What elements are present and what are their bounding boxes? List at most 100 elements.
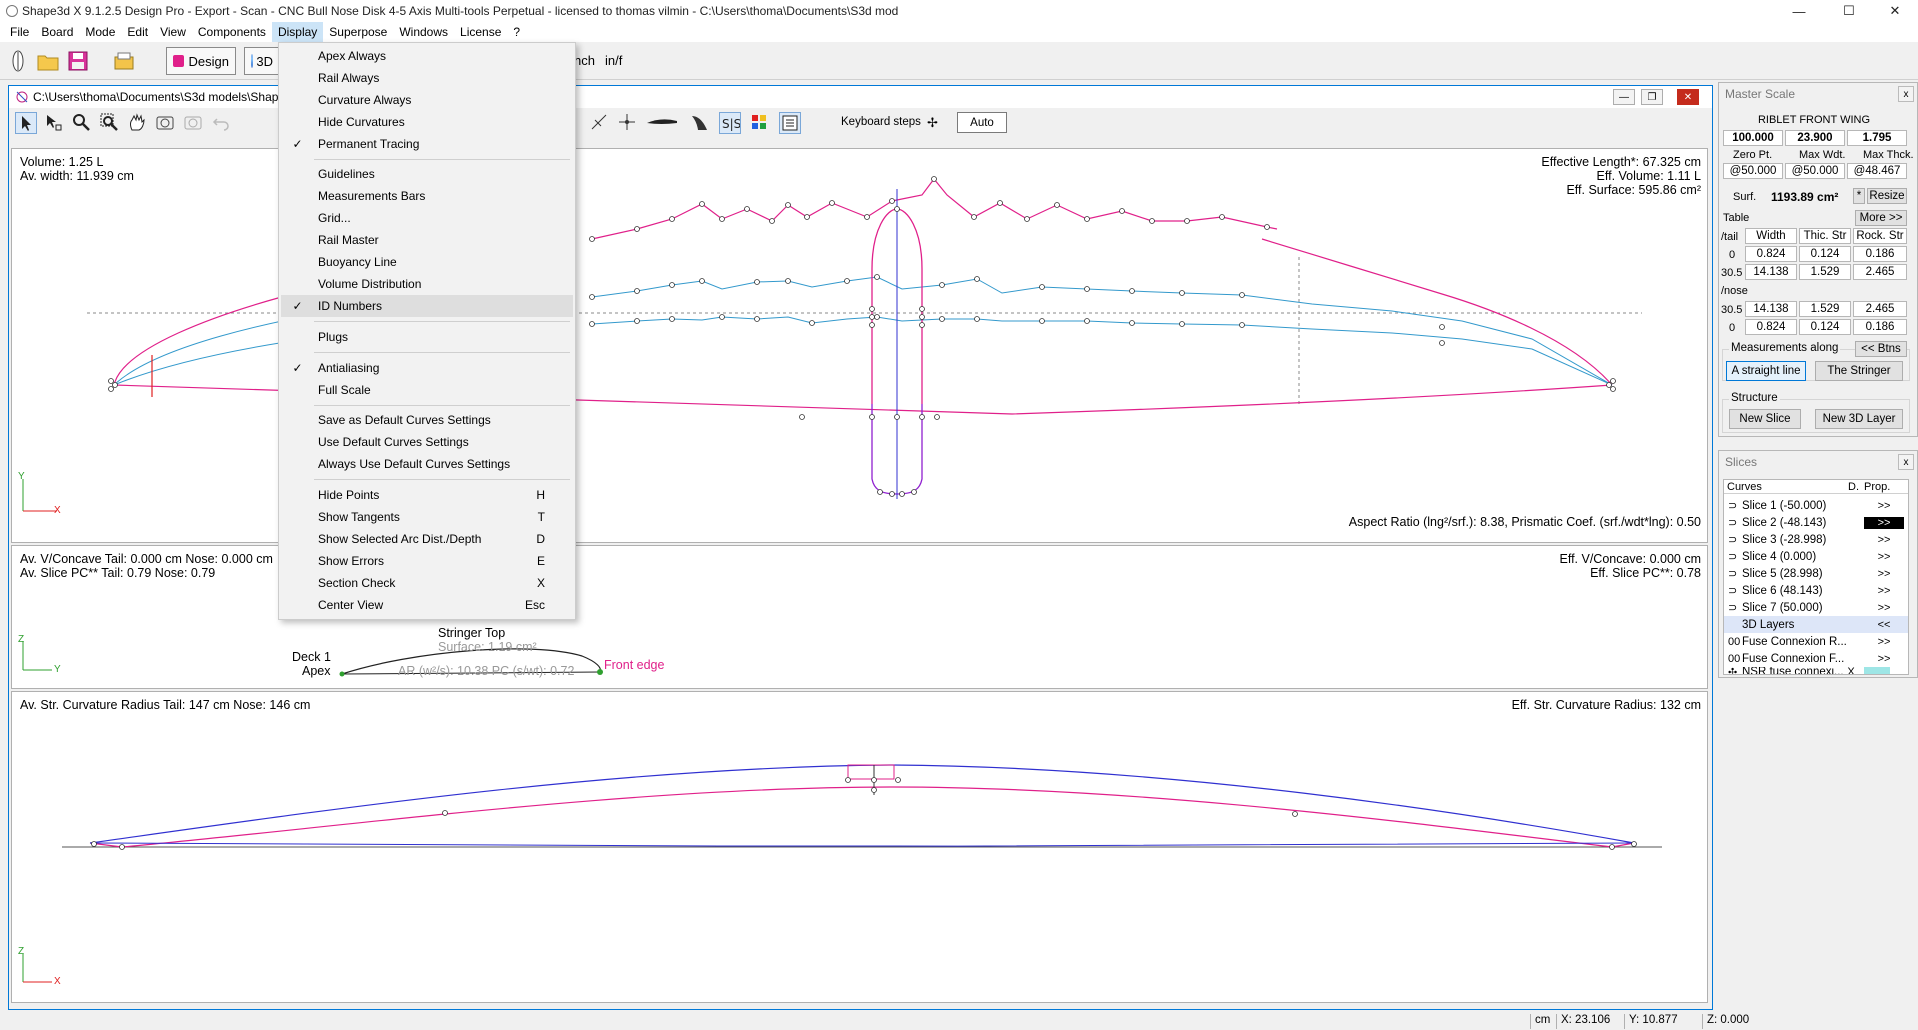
close-button[interactable]: ✕ bbox=[1872, 0, 1918, 22]
menu-grid[interactable]: Grid... bbox=[281, 207, 573, 229]
board-icon[interactable] bbox=[6, 49, 30, 73]
layer-color-swatch[interactable] bbox=[1864, 667, 1890, 674]
max-width-position[interactable]: @50.000 bbox=[1785, 163, 1845, 179]
new-3d-layer-button[interactable]: New 3D Layer bbox=[1815, 409, 1903, 429]
undo-icon[interactable] bbox=[211, 112, 233, 134]
tail-row-1-width[interactable]: 0.824 bbox=[1745, 246, 1797, 262]
slice-expand-button[interactable]: >> bbox=[1864, 534, 1904, 546]
document-properties-icon[interactable] bbox=[779, 112, 801, 134]
more-button[interactable]: More >> bbox=[1855, 210, 1907, 226]
layers-row[interactable]: 3D Layers << bbox=[1724, 616, 1908, 633]
menu-components[interactable]: Components bbox=[192, 22, 272, 42]
menu-windows[interactable]: Windows bbox=[393, 22, 454, 42]
menu-superpose[interactable]: Superpose bbox=[323, 22, 393, 42]
menu-display[interactable]: Display bbox=[271, 22, 324, 42]
snapshot-disabled-icon[interactable] bbox=[183, 112, 205, 134]
3d-mode-button[interactable]: 3D bbox=[244, 47, 280, 75]
menu-view[interactable]: View bbox=[154, 22, 192, 42]
layer-remove-button[interactable]: X bbox=[1844, 667, 1858, 674]
resize-button[interactable]: Resize bbox=[1867, 188, 1907, 204]
fuselage-icon[interactable] bbox=[645, 112, 679, 134]
menu-apex-always[interactable]: Apex Always bbox=[281, 45, 573, 67]
layer-row-3[interactable]: ✣ NSR fuse connexi... X bbox=[1724, 667, 1890, 674]
menu-curvature-always[interactable]: Curvature Always bbox=[281, 89, 573, 111]
menu-measurements-bars[interactable]: Measurements Bars bbox=[281, 185, 573, 207]
layer-row-1[interactable]: 00 Fuse Connexion R... >> bbox=[1724, 633, 1890, 650]
menu-show-arc-dist[interactable]: Show Selected Arc Dist./Depth D bbox=[281, 528, 573, 550]
menu-rail-always[interactable]: Rail Always bbox=[281, 67, 573, 89]
menu-hide-curvatures[interactable]: Hide Curvatures bbox=[281, 111, 573, 133]
select-arrow-icon[interactable] bbox=[15, 112, 37, 134]
layers-collapse-button[interactable]: << bbox=[1864, 619, 1904, 631]
menu-show-tangents[interactable]: Show Tangents T bbox=[281, 506, 573, 528]
fin-icon[interactable] bbox=[689, 112, 711, 134]
tail-row-2-thickness[interactable]: 1.529 bbox=[1799, 264, 1851, 280]
menu-mode[interactable]: Mode bbox=[79, 22, 121, 42]
slice-row-3[interactable]: ⊃ Slice 3 (-28.998) >> bbox=[1724, 531, 1890, 548]
unit-label[interactable]: in/f bbox=[605, 53, 622, 68]
slice-expand-button-selected[interactable]: >> bbox=[1864, 516, 1904, 529]
menu-permanent-tracing[interactable]: ✓ Permanent Tracing bbox=[281, 133, 573, 155]
max-thickness-position[interactable]: @48.467 bbox=[1847, 163, 1907, 179]
new-slice-button[interactable]: New Slice bbox=[1729, 409, 1801, 429]
slice-row-7[interactable]: ⊃ Slice 7 (50.000) >> bbox=[1724, 599, 1890, 616]
layer-expand-button[interactable]: >> bbox=[1864, 636, 1904, 648]
menu-antialiasing[interactable]: ✓ Antialiasing bbox=[281, 357, 573, 379]
menu-buoyancy-line[interactable]: Buoyancy Line bbox=[281, 251, 573, 273]
menu-edit[interactable]: Edit bbox=[121, 22, 154, 42]
menu-always-use-default-curves[interactable]: Always Use Default Curves Settings bbox=[281, 453, 573, 475]
nose-row-2-rocker[interactable]: 0.186 bbox=[1853, 319, 1907, 335]
menu-hide-points[interactable]: Hide Points H bbox=[281, 484, 573, 506]
doc-minimize-button[interactable]: — bbox=[1613, 89, 1635, 105]
slice-expand-button[interactable]: >> bbox=[1864, 568, 1904, 580]
slice-expand-button[interactable]: >> bbox=[1864, 500, 1904, 512]
move-cross-icon[interactable]: ✢ bbox=[927, 115, 938, 131]
snapshot-icon[interactable] bbox=[155, 112, 177, 134]
surf-star-button[interactable]: * bbox=[1853, 188, 1865, 204]
menu-plugs[interactable]: Plugs bbox=[281, 326, 573, 348]
tail-row-1-rocker[interactable]: 0.186 bbox=[1853, 246, 1907, 262]
slice-row-4[interactable]: ⊃ Slice 4 (0.000) >> bbox=[1724, 548, 1890, 565]
menu-save-default-curves[interactable]: Save as Default Curves Settings bbox=[281, 409, 573, 431]
slice-view[interactable]: Av. V/Concave Tail: 0.000 cm Nose: 0.000… bbox=[11, 545, 1708, 689]
menu-file[interactable]: File bbox=[4, 22, 35, 42]
tangent-tool-icon[interactable] bbox=[589, 112, 611, 134]
menu-rail-master[interactable]: Rail Master bbox=[281, 229, 573, 251]
menu-center-view[interactable]: Center View Esc bbox=[281, 594, 573, 616]
tail-row-2-width[interactable]: 14.138 bbox=[1745, 264, 1797, 280]
select-points-icon[interactable] bbox=[43, 112, 65, 134]
outline-view[interactable]: Volume: 1.25 L Av. width: 11.939 cm Effe… bbox=[11, 148, 1708, 543]
slice-expand-button[interactable]: >> bbox=[1864, 602, 1904, 614]
nose-row-2-thickness[interactable]: 0.124 bbox=[1799, 319, 1851, 335]
slices-close-button[interactable]: x bbox=[1898, 454, 1914, 470]
cross-point-icon[interactable] bbox=[617, 112, 639, 134]
export-icon[interactable] bbox=[112, 49, 136, 73]
straight-line-button[interactable]: A straight line bbox=[1726, 361, 1806, 381]
menu-show-errors[interactable]: Show Errors E bbox=[281, 550, 573, 572]
tail-row-2-rocker[interactable]: 2.465 bbox=[1853, 264, 1907, 280]
tail-row-1-thickness[interactable]: 0.124 bbox=[1799, 246, 1851, 262]
slice-row-2[interactable]: ⊃ Slice 2 (-48.143) >> bbox=[1724, 514, 1904, 531]
menu-full-scale[interactable]: Full Scale bbox=[281, 379, 573, 401]
nose-row-1-thickness[interactable]: 1.529 bbox=[1799, 301, 1851, 317]
max-thickness-value[interactable]: 1.795 bbox=[1847, 130, 1907, 146]
menu-use-default-curves[interactable]: Use Default Curves Settings bbox=[281, 431, 573, 453]
design-mode-button[interactable]: Design bbox=[166, 47, 236, 75]
menu-section-check[interactable]: Section Check X bbox=[281, 572, 573, 594]
menu-help[interactable]: ? bbox=[507, 22, 526, 42]
side-view[interactable]: Av. Str. Curvature Radius Tail: 147 cm N… bbox=[11, 691, 1708, 1003]
stringer-button[interactable]: The Stringer bbox=[1815, 361, 1903, 381]
doc-restore-button[interactable]: ❐ bbox=[1641, 89, 1663, 105]
maximize-button[interactable]: ☐ bbox=[1826, 0, 1872, 22]
open-folder-icon[interactable] bbox=[36, 49, 60, 73]
zoom-window-icon[interactable] bbox=[99, 112, 121, 134]
save-icon[interactable] bbox=[66, 49, 90, 73]
keyboard-steps-input[interactable]: Auto bbox=[957, 112, 1007, 133]
master-scale-close-button[interactable]: x bbox=[1898, 86, 1914, 102]
menu-board[interactable]: Board bbox=[35, 22, 79, 42]
doc-close-button[interactable]: ✕ bbox=[1677, 89, 1699, 105]
pan-hand-icon[interactable] bbox=[127, 112, 149, 134]
zero-pt-position[interactable]: @50.000 bbox=[1723, 163, 1783, 179]
menu-volume-distribution[interactable]: Volume Distribution bbox=[281, 273, 573, 295]
buttons-toggle[interactable]: << Btns bbox=[1855, 341, 1907, 357]
